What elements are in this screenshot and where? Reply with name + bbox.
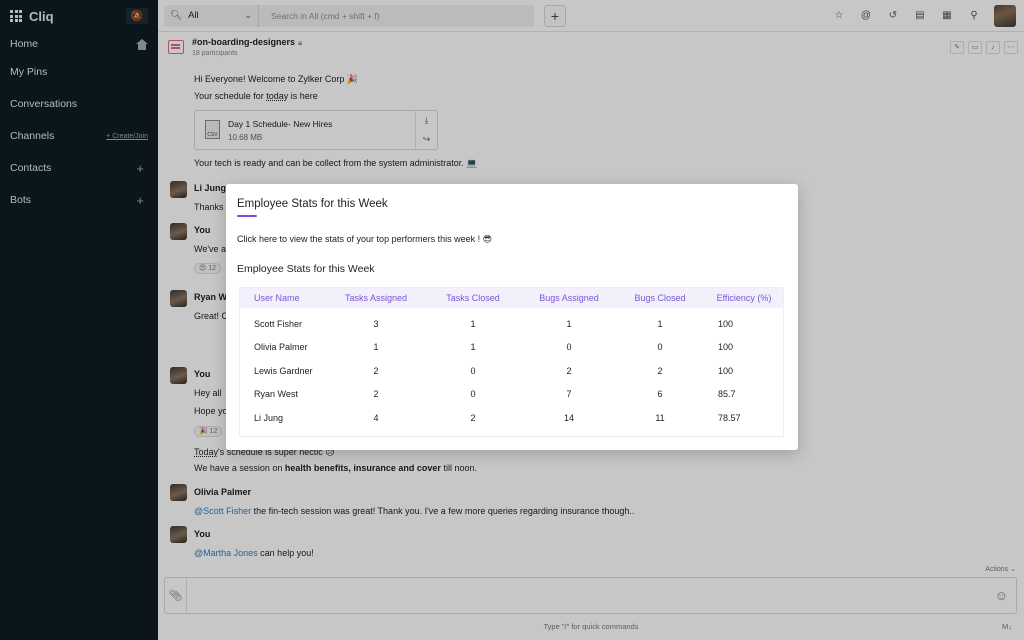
stats-table: User Name Tasks Assigned Tasks Closed Bu… [239, 287, 784, 437]
table-cell: 1 [470, 318, 476, 329]
table-body: Scott Fisher 3 1 1 1 100 Olivia Palmer 1… [240, 308, 783, 430]
column-header: Tasks Closed [446, 293, 500, 303]
column-header: Efficiency (%) [716, 293, 772, 303]
table-cell: 14 [563, 412, 574, 423]
title-underline [237, 215, 257, 217]
table-cell: Scott Fisher [254, 318, 303, 329]
table-row: Olivia Palmer 1 1 0 0 100 [240, 336, 783, 360]
table-cell: 2 [470, 412, 476, 423]
table-cell: 2 [566, 365, 572, 376]
table-cell: Li Jung [254, 412, 284, 423]
table-cell: 100 [718, 365, 734, 376]
column-header: Tasks Assigned [344, 293, 408, 303]
table-cell: 100 [718, 318, 734, 329]
table-cell: 1 [470, 342, 476, 353]
table-title: Employee Stats for this Week [237, 263, 375, 275]
table-cell: 85.7 [718, 389, 736, 400]
table-cell: Ryan West [254, 389, 298, 400]
table-row: Ryan West 2 0 7 6 85.7 [240, 383, 783, 407]
table-cell: 2 [657, 365, 663, 376]
table-cell: 1 [373, 342, 379, 353]
table-cell: 2 [373, 389, 379, 400]
stats-modal: Employee Stats for this Week Click here … [226, 184, 798, 450]
table-cell: 0 [470, 365, 476, 376]
table-row: Lewis Gardner 2 0 2 2 100 [240, 359, 783, 383]
table-cell: 4 [373, 412, 379, 423]
table-row: Li Jung 4 2 14 11 78.57 [240, 406, 783, 430]
table-cell: 100 [718, 342, 734, 353]
column-header: Bugs Assigned [539, 293, 599, 303]
table-cell: 7 [566, 389, 572, 400]
modal-title: Employee Stats for this Week [237, 198, 388, 210]
table-header: User Name Tasks Assigned Tasks Closed Bu… [240, 288, 783, 308]
table-cell: 3 [373, 318, 379, 329]
table-row: Scott Fisher 3 1 1 1 100 [240, 312, 783, 336]
modal-description[interactable]: Click here to view the stats of your top… [237, 234, 492, 245]
column-header: Bugs Closed [634, 293, 686, 303]
table-cell: 2 [373, 365, 379, 376]
table-cell: 1 [657, 318, 663, 329]
table-cell: 0 [470, 389, 476, 400]
table-cell: 6 [657, 389, 663, 400]
table-cell: 78.57 [718, 412, 741, 423]
table-cell: 0 [566, 342, 572, 353]
column-header: User Name [254, 293, 300, 303]
table-cell: 1 [566, 318, 572, 329]
table-cell: Lewis Gardner [254, 365, 313, 376]
table-cell: Olivia Palmer [254, 342, 308, 353]
table-cell: 11 [655, 412, 665, 423]
table-cell: 0 [657, 342, 663, 353]
